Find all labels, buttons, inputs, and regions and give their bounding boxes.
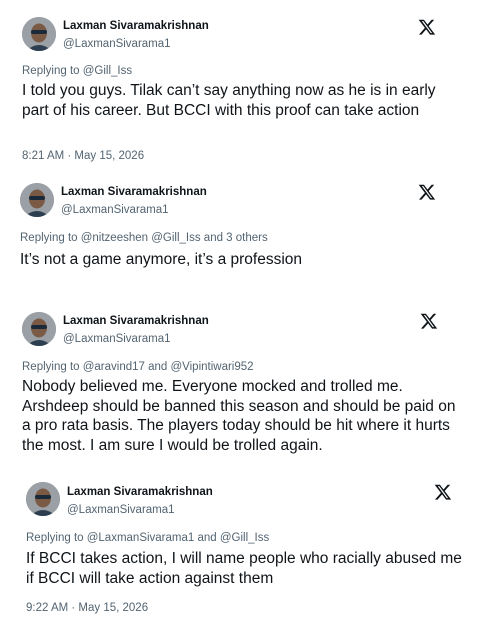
display-name[interactable]: Laxman Sivaramakrishnan [61, 186, 207, 198]
user-handle[interactable]: @LaxmanSivarama1 [61, 204, 169, 216]
display-name[interactable]: Laxman Sivaramakrishnan [63, 315, 209, 327]
avatar-photo [22, 17, 56, 51]
display-name[interactable]: Laxman Sivaramakrishnan [67, 486, 213, 498]
replying-to[interactable]: Replying to @nitzeeshen @Gill_Iss and 3 … [20, 232, 268, 244]
replying-to[interactable]: Replying to @Gill_Iss [22, 65, 132, 77]
avatar[interactable] [22, 17, 56, 51]
x-logo-icon [434, 484, 452, 500]
tweet-text: If BCCI takes action, I will name people… [26, 550, 462, 587]
timestamp[interactable]: 9:22 AM · May 15, 2026 [26, 602, 148, 614]
replying-to[interactable]: Replying to @aravind17 and @Vipintiwari9… [22, 361, 254, 373]
tweet-text: It’s not a game anymore, it’s a professi… [20, 251, 303, 268]
user-handle[interactable]: @LaxmanSivarama1 [63, 38, 171, 50]
avatar[interactable] [22, 312, 56, 346]
x-logo-icon [420, 313, 438, 329]
timestamp[interactable]: 8:21 AM · May 15, 2026 [22, 150, 144, 162]
tweet-text: I told you guys. Tilak can’t say anythin… [22, 82, 436, 119]
avatar[interactable] [26, 482, 60, 516]
tweet-card: Laxman Sivaramakrishnan @LaxmanSivarama1… [0, 300, 479, 475]
avatar[interactable] [20, 183, 54, 217]
tweet-card: Laxman Sivaramakrishnan @LaxmanSivarama1… [0, 0, 479, 170]
tweet-card: Laxman Sivaramakrishnan @LaxmanSivarama1… [0, 170, 479, 300]
avatar-photo [20, 183, 54, 217]
x-logo-icon [418, 184, 436, 200]
user-handle[interactable]: @LaxmanSivarama1 [63, 333, 171, 345]
avatar-photo [22, 312, 56, 346]
display-name[interactable]: Laxman Sivaramakrishnan [63, 20, 209, 32]
x-logo-icon [418, 19, 436, 35]
replying-to[interactable]: Replying to @LaxmanSivarama1 and @Gill_I… [26, 532, 269, 544]
avatar-photo [26, 482, 60, 516]
user-handle[interactable]: @LaxmanSivarama1 [67, 504, 175, 516]
tweet-card: Laxman Sivaramakrishnan @LaxmanSivarama1… [0, 475, 479, 627]
tweet-text: Nobody believed me. Everyone mocked and … [22, 378, 456, 454]
